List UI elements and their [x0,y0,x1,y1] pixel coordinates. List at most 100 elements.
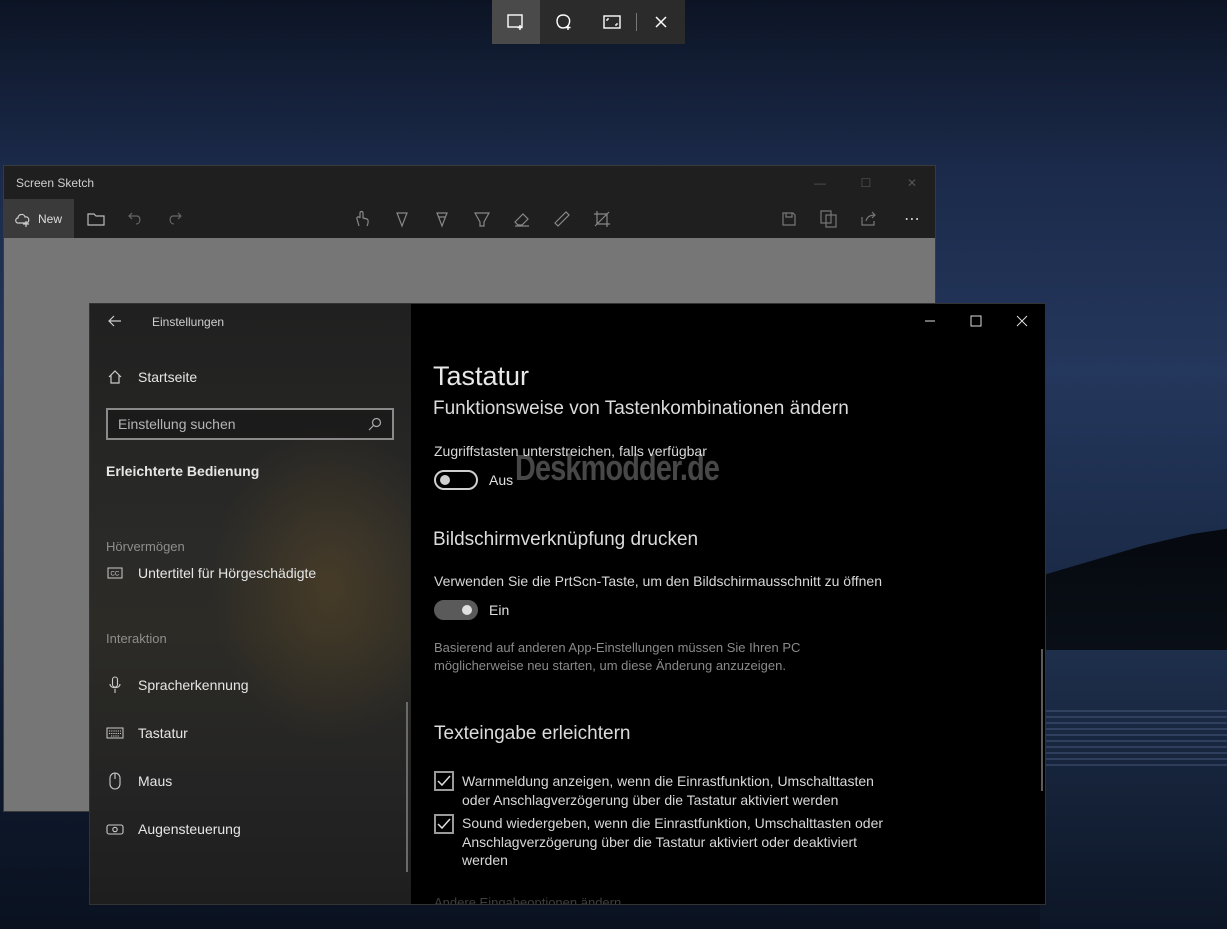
sidebar-item-label: Spracherkennung [138,677,249,693]
print-screen-heading: Bildschirmverknüpfung drucken [433,529,699,550]
close-icon [655,16,667,28]
maximize-icon [970,315,982,327]
access-keys-toggle[interactable] [434,470,478,490]
watermark: Deskmodder.de [515,447,720,488]
share-icon [861,211,876,226]
fullscreen-snip-button[interactable] [588,0,636,44]
access-keys-state: Aus [489,472,514,488]
mouse-icon [109,772,121,790]
warning-checkbox[interactable] [434,771,454,791]
touch-writing-button[interactable] [352,209,372,229]
checkmark-icon [437,818,451,830]
sidebar-item-keyboard[interactable]: Tastatur [106,724,188,742]
redo-icon [169,212,182,225]
close-window-button[interactable] [999,304,1045,338]
share-button[interactable] [859,209,879,229]
minimize-icon [925,320,935,322]
ruler-button[interactable] [552,209,572,229]
background-lake [1040,650,1227,929]
sidebar-item-label: Untertitel für Hörgeschädigte [138,565,317,581]
sketch-toolbar: New ⋯ [4,199,935,238]
undo-button[interactable] [125,209,145,229]
settings-search-input[interactable]: Einstellung suchen [106,408,394,440]
sketch-maximize-button[interactable]: ☐ [843,166,889,199]
restart-note-line-1: Basierend auf anderen App-Einstellungen … [434,640,801,655]
background-hill [1040,528,1227,660]
redo-button[interactable] [165,209,185,229]
sidebar-item-eye-control[interactable]: Augensteuerung [106,820,241,838]
copy-button[interactable] [819,209,839,229]
snip-toolbar [492,0,685,44]
group-label-interaction: Interaktion [106,631,167,646]
section-heading: Erleichterte Bedienung [106,463,260,479]
rectangular-snip-icon [507,14,523,30]
settings-window: Einstellungen Startseite Einstellung suc… [89,303,1046,905]
eraser-icon [514,213,529,227]
settings-header-title: Einstellungen [152,315,225,329]
rectangular-snip-button[interactable] [492,0,540,44]
content-scrollbar[interactable] [1041,649,1043,791]
sketch-window-title: Screen Sketch [16,175,95,190]
close-icon [1016,315,1028,327]
microphone-icon [109,676,121,693]
keyboard-icon [106,727,124,739]
sidebar-item-label: Augensteuerung [138,821,241,837]
copy-icon [820,210,837,228]
new-snip-button[interactable]: New [4,199,74,238]
closed-captions-icon: CC [107,567,123,579]
freeform-snip-icon [556,14,571,30]
more-options-button[interactable]: ⋯ [902,209,922,229]
print-screen-state: Ein [489,602,510,618]
typing-heading: Texteingabe erleichtern [434,723,631,744]
other-input-options-link[interactable]: Andere Eingabeoptionen ändern [434,895,621,904]
sidebar-item-mouse[interactable]: Maus [106,772,172,790]
ballpoint-pen-icon [396,212,408,228]
sidebar-item-label: Tastatur [138,725,188,741]
new-snip-icon [15,213,30,227]
highlighter-icon [474,212,490,227]
search-placeholder: Einstellung suchen [118,416,236,432]
open-file-button[interactable] [86,209,106,229]
pencil-button[interactable] [432,209,452,229]
sidebar-scrollbar[interactable] [406,702,408,872]
restart-note-line-2: möglicherweise neu starten, um diese Änd… [434,658,786,673]
home-icon [108,370,122,384]
undo-icon [128,212,141,225]
checkmark-icon [437,775,451,787]
sidebar-item-closed-captions[interactable]: CC Untertitel für Hörgeschädigte [106,564,316,582]
page-title: Tastatur [433,361,530,391]
settings-content: Tastatur Funktionsweise von Tastenkombin… [411,304,1045,904]
maximize-button[interactable] [953,304,999,338]
eye-control-icon [106,824,124,835]
save-icon [782,212,796,226]
sketch-titlebar: Screen Sketch — ☐ ✕ [4,166,935,199]
touch-writing-icon [356,210,369,227]
crop-button[interactable] [592,209,612,229]
group-label-hearing: Hörvermögen [106,539,185,554]
back-arrow-icon[interactable] [106,312,124,330]
svg-text:CC: CC [111,572,120,578]
minimize-button[interactable] [907,304,953,338]
highlighter-button[interactable] [472,209,492,229]
page-subtitle: Funktionsweise von Tastenkombinationen ä… [433,398,849,419]
sidebar-item-label: Startseite [138,369,198,385]
freeform-snip-button[interactable] [540,0,588,44]
sidebar-item-home[interactable]: Startseite [106,368,197,386]
sound-checkbox[interactable] [434,814,454,834]
sketch-minimize-button[interactable]: — [797,166,843,199]
search-icon [368,417,382,431]
ruler-icon [554,211,570,227]
sidebar-item-speech[interactable]: Spracherkennung [106,676,249,694]
save-button[interactable] [779,209,799,229]
sound-checkbox-label: Sound wiedergeben, wenn die Einrastfunkt… [462,815,884,868]
new-snip-label: New [38,211,63,226]
print-screen-toggle[interactable] [434,600,478,620]
sketch-close-button[interactable]: ✕ [889,166,935,199]
ballpoint-pen-button[interactable] [392,209,412,229]
crop-icon [594,211,610,227]
print-screen-description: Verwenden Sie die PrtScn-Taste, um den B… [434,573,882,589]
sidebar-item-label: Maus [138,773,173,789]
eraser-button[interactable] [512,209,532,229]
close-snip-button[interactable] [637,0,685,44]
settings-sidebar: Einstellungen Startseite Einstellung suc… [90,304,411,904]
